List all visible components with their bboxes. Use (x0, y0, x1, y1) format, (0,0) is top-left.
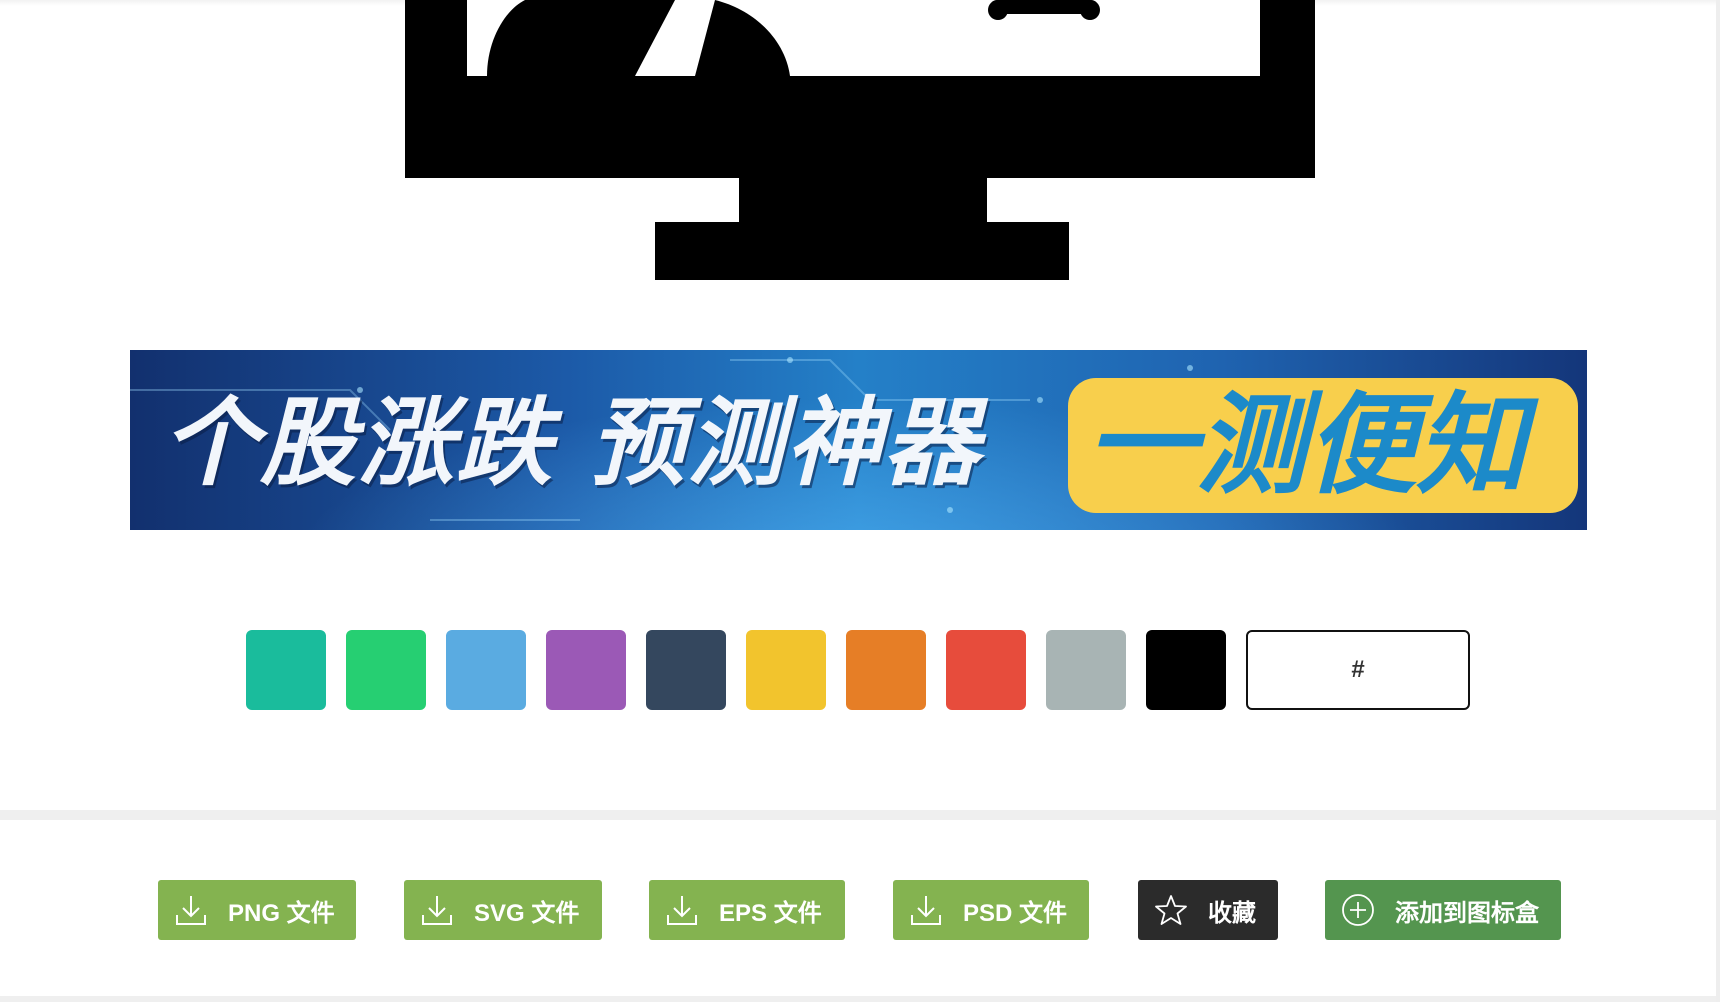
section-divider (0, 810, 1716, 820)
computer-user-icon (405, 0, 1315, 280)
color-swatch-green[interactable] (346, 630, 426, 710)
ad-headline: 个股涨跌 预测神器 (162, 387, 982, 499)
scrollbar-track[interactable] (1716, 0, 1720, 1002)
png-download-label: PNG 文件 (228, 899, 335, 927)
psd-download-button[interactable]: PSD 文件 (893, 880, 1089, 940)
add-to-icon-box-button[interactable]: 添加到图标盒 (1325, 880, 1561, 940)
color-swatch-red[interactable] (946, 630, 1026, 710)
psd-download-label: PSD 文件 (963, 899, 1068, 927)
hex-color-input[interactable] (1256, 655, 1460, 685)
svg-download-label: SVG 文件 (474, 899, 580, 927)
color-swatch-orange[interactable] (846, 630, 926, 710)
hex-color-field (1246, 630, 1470, 710)
color-swatch-yellow[interactable] (746, 630, 826, 710)
download-icon (665, 893, 699, 927)
color-swatch-gray[interactable] (1046, 630, 1126, 710)
color-swatch-navy[interactable] (646, 630, 726, 710)
color-swatch-purple[interactable] (546, 630, 626, 710)
color-swatch-teal[interactable] (246, 630, 326, 710)
color-swatch-row (246, 630, 1470, 710)
ad-banner[interactable]: 个股涨跌 预测神器 一测便知 (130, 350, 1587, 530)
download-icon (420, 893, 454, 927)
png-download-button[interactable]: PNG 文件 (158, 880, 356, 940)
download-icon (909, 893, 943, 927)
eps-download-label: EPS 文件 (719, 899, 822, 927)
download-icon (174, 893, 208, 927)
icon-detail-page: 个股涨跌 预测神器 一测便知 PNG 文件 SVG (0, 0, 1720, 1002)
plus-circle-icon (1341, 893, 1375, 927)
color-swatch-black[interactable] (1146, 630, 1226, 710)
eps-download-button[interactable]: EPS 文件 (649, 880, 845, 940)
favorite-button[interactable]: 收藏 (1138, 880, 1278, 940)
ad-highlight-text: 一测便知 (1086, 381, 1526, 509)
star-icon (1154, 893, 1188, 927)
bottom-border (0, 996, 1716, 1002)
favorite-label: 收藏 (1208, 899, 1256, 927)
svg-download-button[interactable]: SVG 文件 (404, 880, 602, 940)
color-swatch-blue[interactable] (446, 630, 526, 710)
add-to-icon-box-label: 添加到图标盒 (1395, 899, 1539, 927)
